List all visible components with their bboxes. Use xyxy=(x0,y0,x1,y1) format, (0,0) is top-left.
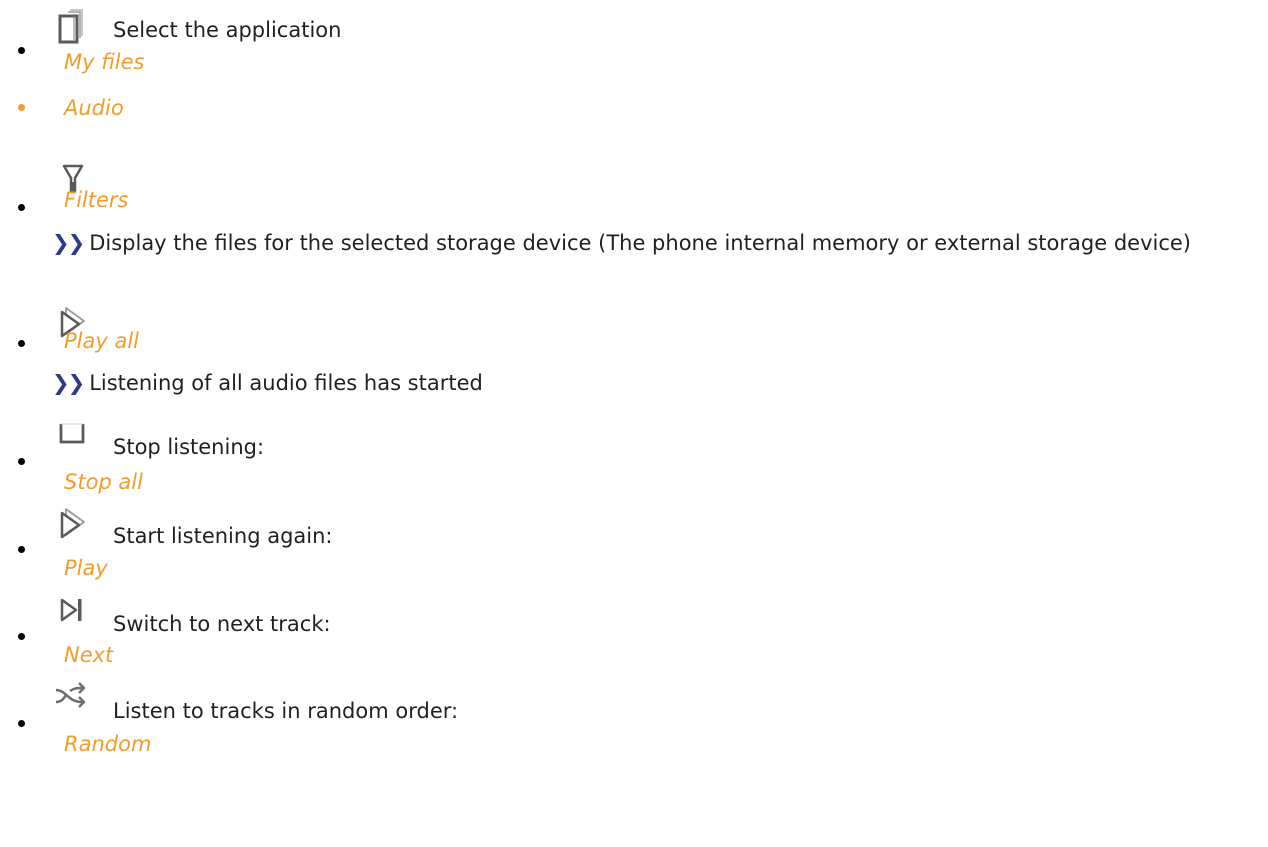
play-icon xyxy=(52,503,94,545)
result-text: Display the files for the selected stora… xyxy=(89,231,1191,255)
stop-icon xyxy=(52,414,94,456)
result-text: Listening of all audio files has started xyxy=(89,371,483,395)
step-text: Stop listening: xyxy=(113,435,265,459)
next-track-icon xyxy=(52,592,94,634)
step-text: Listen to tracks in random order: xyxy=(113,699,459,723)
label-play-all[interactable]: Play all xyxy=(64,328,139,354)
bullet xyxy=(18,458,25,465)
bullet xyxy=(18,633,25,640)
result-arrow-icon: ❯❯ xyxy=(52,231,85,255)
label-random[interactable]: Random xyxy=(64,731,151,757)
bullet xyxy=(18,204,25,211)
result-display-files: ❯❯ Display the files for the selected sto… xyxy=(52,228,1252,259)
bullet xyxy=(18,47,25,54)
files-stack-icon xyxy=(52,8,94,50)
shuffle-icon xyxy=(52,678,94,720)
label-play[interactable]: Play xyxy=(64,555,108,581)
label-next[interactable]: Next xyxy=(64,642,113,668)
result-arrow-icon: ❯❯ xyxy=(52,371,85,395)
bullet xyxy=(18,104,25,111)
step-text: Switch to next track: xyxy=(113,612,331,636)
label-my-files[interactable]: My files xyxy=(64,49,144,75)
bullet xyxy=(18,340,25,347)
step-text: Select the application xyxy=(113,18,342,42)
label-filters[interactable]: Filters xyxy=(64,187,128,213)
label-stop-all[interactable]: Stop all xyxy=(64,469,143,495)
label-audio[interactable]: Audio xyxy=(64,95,124,121)
result-listening-started: ❯❯ Listening of all audio files has start… xyxy=(52,368,1252,399)
bullet xyxy=(18,546,25,553)
step-text: Start listening again: xyxy=(113,524,333,548)
bullet xyxy=(18,720,25,727)
